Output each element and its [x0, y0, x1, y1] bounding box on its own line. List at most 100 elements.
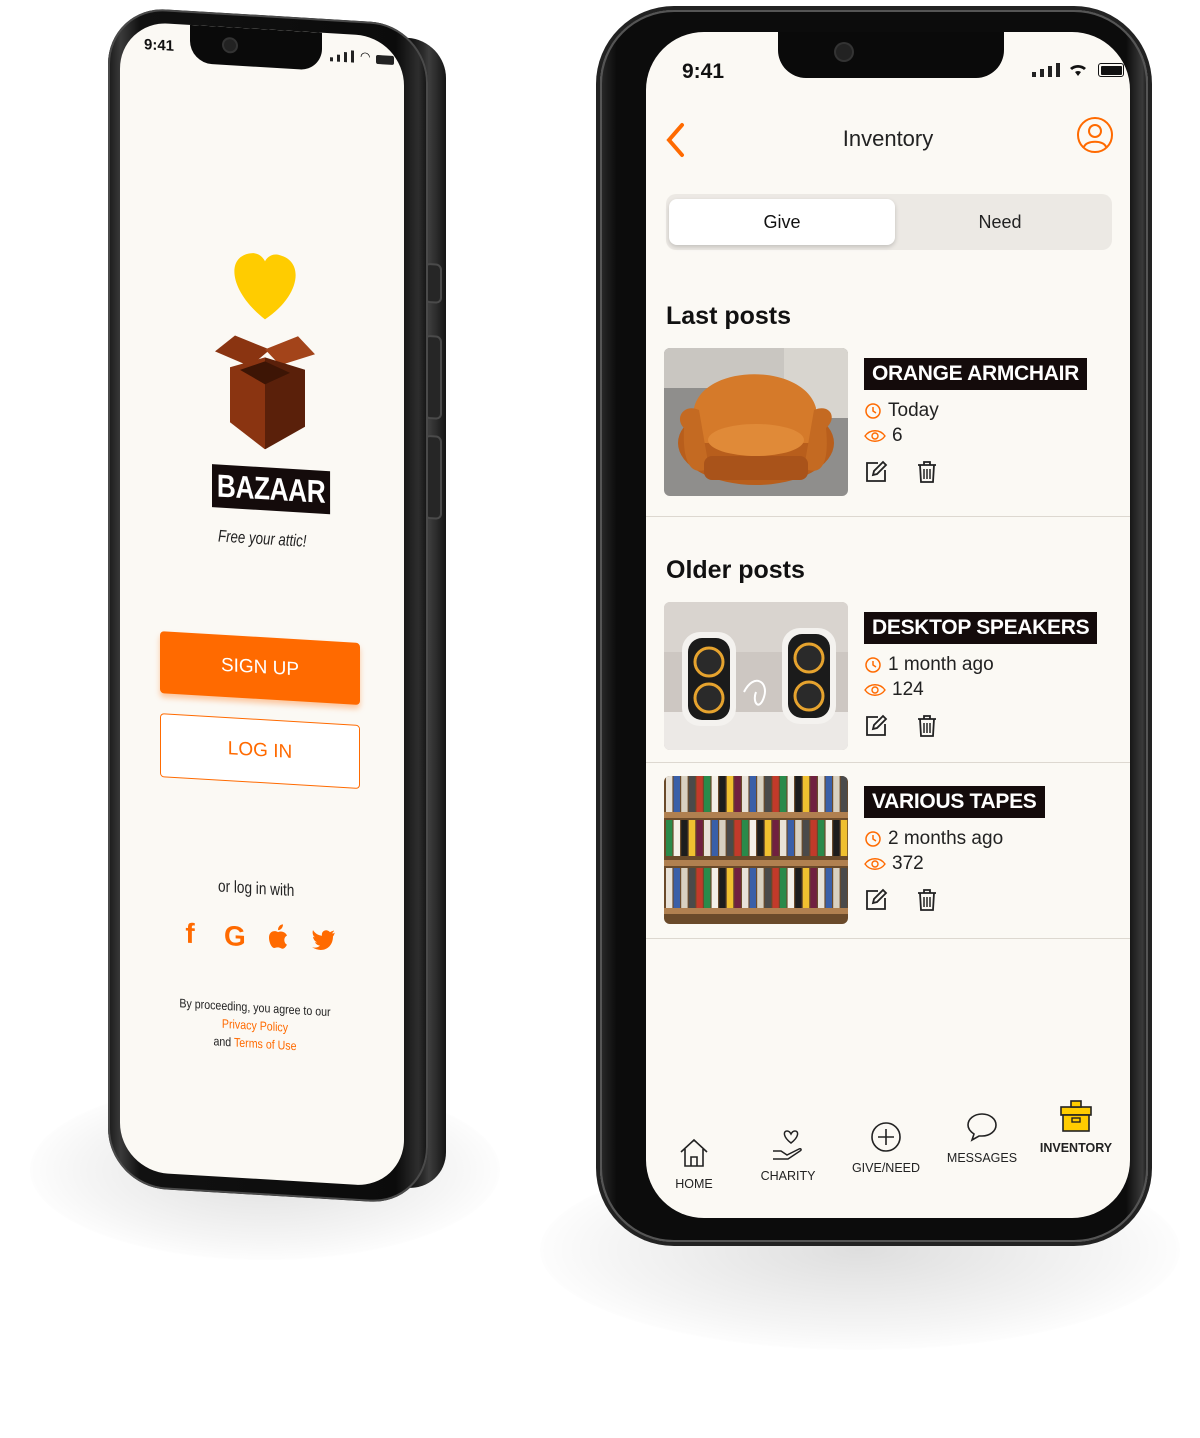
- post-views-row: 6: [864, 425, 903, 447]
- tab-label: MESSAGES: [946, 1151, 1018, 1165]
- cassette-spine: [696, 776, 703, 812]
- cassette-spine: [802, 868, 810, 908]
- brand-name: BAZAAR: [212, 464, 331, 515]
- tab-give-need[interactable]: GIVE/NEED: [838, 1113, 934, 1175]
- segment-give[interactable]: Give: [669, 199, 895, 245]
- left-phone-frame: 9:41 ◠ BAZAAR Free your attic! SIGN UP L…: [108, 6, 428, 1206]
- post-actions: [864, 888, 938, 912]
- post-title: DESKTOP SPEAKERS: [864, 612, 1098, 644]
- post-actions: [864, 714, 938, 738]
- tab-messages[interactable]: MESSAGES: [934, 1103, 1030, 1165]
- profile-icon[interactable]: [1076, 116, 1114, 159]
- cassette-spine: [726, 776, 734, 812]
- cassette-spine: [780, 776, 787, 812]
- cassette-spine: [795, 776, 802, 812]
- eye-icon: [864, 858, 886, 870]
- cassette-spine: [802, 820, 810, 856]
- tab-charity[interactable]: CHARITY: [740, 1121, 836, 1183]
- post-time: 2 months ago: [888, 828, 1004, 849]
- cassette-spine: [810, 776, 817, 812]
- left-phone-device: 9:41 ◠ BAZAAR Free your attic! SIGN UP L…: [108, 6, 448, 1231]
- terms-of-use-link[interactable]: Terms of Use: [234, 1035, 297, 1053]
- post-title: VARIOUS TAPES: [864, 786, 1045, 818]
- tab-inventory[interactable]: INVENTORY: [1028, 1093, 1124, 1155]
- cassette-spine: [749, 776, 756, 812]
- front-camera: [836, 44, 852, 60]
- cassette-spine: [666, 820, 673, 856]
- signal-bar: [1056, 63, 1060, 77]
- cassette-spine: [802, 776, 810, 812]
- signal-bar: [351, 50, 354, 63]
- trash-icon[interactable]: [916, 714, 938, 738]
- clock-icon: [865, 831, 881, 847]
- post-item[interactable]: DESKTOP SPEAKERS 1 month ago 124: [664, 602, 1130, 752]
- cassette-spine: [840, 776, 848, 812]
- post-item[interactable]: ORANGE ARMCHAIR Today 6: [664, 348, 1130, 498]
- trash-icon[interactable]: [916, 460, 938, 484]
- twitter-icon[interactable]: [312, 925, 335, 959]
- signal-bar: [1048, 66, 1052, 77]
- trash-icon[interactable]: [916, 888, 938, 912]
- cassette-spine: [772, 776, 779, 812]
- cassette-spine: [764, 820, 772, 856]
- divider: [646, 516, 1130, 517]
- cassette-spine: [749, 820, 756, 856]
- legal-prefix: By proceeding, you agree to our: [179, 996, 331, 1020]
- log-in-button[interactable]: LOG IN: [160, 713, 360, 789]
- signal-bar: [337, 54, 340, 62]
- cassette-spine: [734, 820, 741, 856]
- box-icon: [1060, 1100, 1092, 1132]
- front-camera: [224, 38, 236, 52]
- chat-bubble-icon: [967, 1113, 997, 1142]
- cassette-spine: [704, 868, 711, 908]
- sign-up-button[interactable]: SIGN UP: [160, 631, 360, 705]
- status-time: 9:41: [682, 60, 725, 83]
- wifi-icon: ◠: [360, 48, 371, 64]
- edit-icon[interactable]: [864, 460, 888, 484]
- or-login-with-label: or log in with: [218, 876, 295, 901]
- facebook-icon[interactable]: f: [180, 917, 200, 951]
- tab-label: CHARITY: [760, 1169, 816, 1183]
- post-item[interactable]: VARIOUS TAPES 2 months ago 372: [664, 776, 1130, 926]
- cassette-spine: [795, 820, 802, 856]
- tab-label: HOME: [675, 1177, 713, 1191]
- divider: [646, 938, 1130, 939]
- eye-icon: [864, 684, 886, 696]
- clock-icon: [865, 403, 881, 419]
- cassette-spine: [833, 820, 840, 856]
- post-time-row: 1 month ago: [864, 654, 994, 676]
- cassette-spine: [688, 820, 696, 856]
- privacy-policy-link[interactable]: Privacy Policy: [222, 1017, 288, 1035]
- edit-icon[interactable]: [864, 714, 888, 738]
- inventory-screen: 9:41 Inventory Give Need Last posts ORAN…: [646, 32, 1130, 1218]
- cassette-spine: [810, 820, 817, 856]
- right-phone-frame: 9:41 Inventory Give Need Last posts ORAN…: [600, 10, 1148, 1242]
- cassette-spine: [719, 868, 726, 908]
- cassette-spine: [840, 868, 848, 908]
- post-views: 372: [892, 853, 924, 874]
- bazaar-logo-icon: [215, 253, 315, 450]
- speakers-photo: [664, 602, 848, 750]
- give-need-segmented-control: Give Need: [666, 194, 1112, 250]
- signal-icon: [1032, 72, 1036, 77]
- notch: [190, 24, 322, 71]
- cassette-spine: [757, 868, 764, 908]
- cassette-spine: [673, 820, 680, 856]
- segment-need[interactable]: Need: [900, 199, 1100, 245]
- status-icons: [1032, 62, 1124, 77]
- edit-icon[interactable]: [864, 888, 888, 912]
- status-icons: ◠: [330, 47, 395, 66]
- cassette-spine: [772, 868, 779, 908]
- cassette-spine: [787, 820, 794, 856]
- google-icon[interactable]: G: [224, 920, 246, 954]
- signal-bar: [344, 52, 347, 63]
- tab-home[interactable]: HOME: [646, 1129, 742, 1191]
- apple-icon[interactable]: [268, 923, 288, 957]
- post-title: ORANGE ARMCHAIR: [864, 358, 1088, 390]
- cassette-spine: [673, 868, 680, 908]
- cassette-spine: [666, 776, 673, 812]
- cassette-spine: [681, 776, 688, 812]
- cassette-spine: [734, 868, 741, 908]
- cassette-spine: [787, 868, 794, 908]
- cassette-spine: [795, 868, 802, 908]
